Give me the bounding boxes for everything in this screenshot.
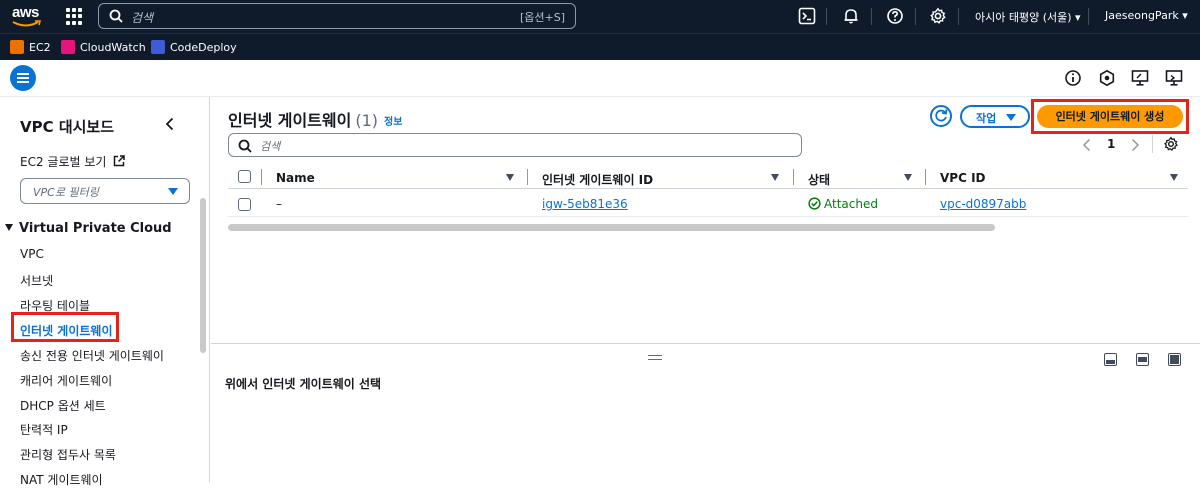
hexagon-feedback-icon[interactable] [1098,69,1116,87]
sidebar-item-managed-prefix-lists[interactable]: 관리형 접두사 목록 [20,446,116,463]
search-icon [238,139,252,153]
settings-gear-icon[interactable] [929,7,947,25]
sidebar-scrollbar[interactable] [200,198,206,353]
sidebar-item-nat-gateways[interactable]: NAT 게이트웨이 [20,471,103,488]
cell-name: – [276,197,282,211]
sidebar-item-carrier-gateways[interactable]: 캐리어 게이트웨이 [20,372,112,389]
highlight-box-sidebar [11,312,119,342]
table-search-input[interactable]: 검색 [228,133,802,157]
panel-side-icon[interactable] [1136,353,1149,366]
column-header-name[interactable]: Name [276,171,315,185]
help-icon[interactable] [886,7,904,25]
favorite-ec2[interactable]: EC2 [10,39,51,55]
highlight-box-create-button [1031,99,1189,134]
aws-logo[interactable]: aws [10,3,44,29]
vpc-filter-select[interactable]: VPC로 필터링 [20,178,190,204]
cloudwatch-icon [61,40,75,54]
favorites-bar: EC2 CloudWatch CodeDeploy [0,33,1200,60]
chevron-down-icon [168,188,178,195]
refresh-button[interactable] [930,105,952,127]
console-toolbar [0,60,1200,97]
sidebar-item-subnets[interactable]: 서브넷 [20,272,53,289]
table-horizontal-scrollbar[interactable] [228,224,995,231]
table-row[interactable]: – igw-5eb81e36 Attached vpc-d0897abb [228,193,1188,217]
column-header-igw-id[interactable]: 인터넷 게이트웨이 ID [542,171,653,188]
sort-caret-icon[interactable] [506,174,514,181]
cell-vpc-id-link[interactable]: vpc-d0897abb [940,197,1026,211]
collapse-sidebar-icon[interactable] [164,117,176,131]
notification-bell-icon[interactable] [842,7,860,25]
ec2-global-view-link[interactable]: EC2 글로벌 보기 [20,153,126,170]
split-panel-drag-handle[interactable] [648,355,662,360]
cloudshell-icon[interactable] [798,7,816,25]
codedeploy-icon [151,40,165,54]
search-icon [109,9,123,23]
monitor-icon[interactable] [1165,69,1183,87]
screen-share-icon[interactable] [1131,69,1149,87]
global-search-input[interactable]: 검색 [옵션+S] [98,3,576,29]
top-navigation: aws 검색 [옵션+S] 아시아 태평양 (서울) ▾ JaeseongPar… [0,0,1200,33]
split-panel-title: 위에서 인터넷 게이트웨이 선택 [225,377,382,391]
cell-igw-id-link[interactable]: igw-5eb81e36 [542,197,628,211]
region-selector[interactable]: 아시아 태평양 (서울) ▾ [975,9,1081,25]
table-preferences-gear-icon[interactable] [1163,136,1179,152]
sidebar-item-egress-only-gateways[interactable]: 송신 전용 인터넷 게이트웨이 [20,347,164,364]
services-grid-icon[interactable] [66,8,83,25]
sort-caret-icon[interactable] [771,174,779,181]
column-header-state[interactable]: 상태 [808,171,830,188]
column-header-vpc-id[interactable]: VPC ID [940,171,986,185]
ec2-icon [10,40,24,54]
sidebar-item-vpc[interactable]: VPC [20,247,44,261]
select-all-checkbox[interactable] [238,170,251,183]
main-content: 인터넷 게이트웨이 (1) 정보 작업 인터넷 게이트웨이 생성 검색 1 Nam… [211,97,1200,343]
sort-caret-icon[interactable] [1170,174,1178,181]
favorite-codedeploy[interactable]: CodeDeploy [151,39,237,55]
account-menu[interactable]: JaeseongPark ▾ [1105,9,1188,22]
external-link-icon [114,155,126,167]
search-placeholder: 검색 [131,11,154,25]
actions-dropdown-button[interactable]: 작업 [960,105,1030,128]
sidebar-navigation: VPC 대시보드 EC2 글로벌 보기 VPC로 필터링 Virtual Pri… [0,97,210,487]
caret-down-icon [5,224,13,231]
sort-caret-icon[interactable] [904,174,912,181]
table-header: Name 인터넷 게이트웨이 ID 상태 VPC ID [228,167,1188,189]
success-check-icon [808,197,821,210]
page-title: 인터넷 게이트웨이 (1) [228,111,379,130]
refresh-icon [935,109,948,122]
sidebar-item-dhcp-option-sets[interactable]: DHCP 옵션 세트 [20,397,106,414]
cell-state: Attached [808,197,878,211]
search-shortcut: [옵션+S] [519,11,565,24]
section-virtual-private-cloud[interactable]: Virtual Private Cloud [5,221,172,236]
item-count: (1) [355,111,379,130]
current-page[interactable]: 1 [1107,137,1115,151]
menu-hamburger-icon[interactable] [10,65,36,91]
next-page-icon[interactable] [1130,138,1140,152]
row-checkbox[interactable] [238,198,251,211]
info-circle-icon[interactable] [1064,69,1082,87]
panel-bottom-icon[interactable] [1104,353,1117,366]
favorite-cloudwatch[interactable]: CloudWatch [61,39,146,55]
split-panel: 위에서 인터넷 게이트웨이 선택 [211,343,1200,482]
panel-full-icon[interactable] [1168,353,1181,366]
previous-page-icon[interactable] [1082,138,1092,152]
caret-down-icon [1006,114,1016,121]
info-link[interactable]: 정보 [384,113,402,128]
sidebar-title[interactable]: VPC 대시보드 [20,116,114,137]
sidebar-item-elastic-ips[interactable]: 탄력적 IP [20,421,68,438]
aws-smile-icon [12,20,42,27]
